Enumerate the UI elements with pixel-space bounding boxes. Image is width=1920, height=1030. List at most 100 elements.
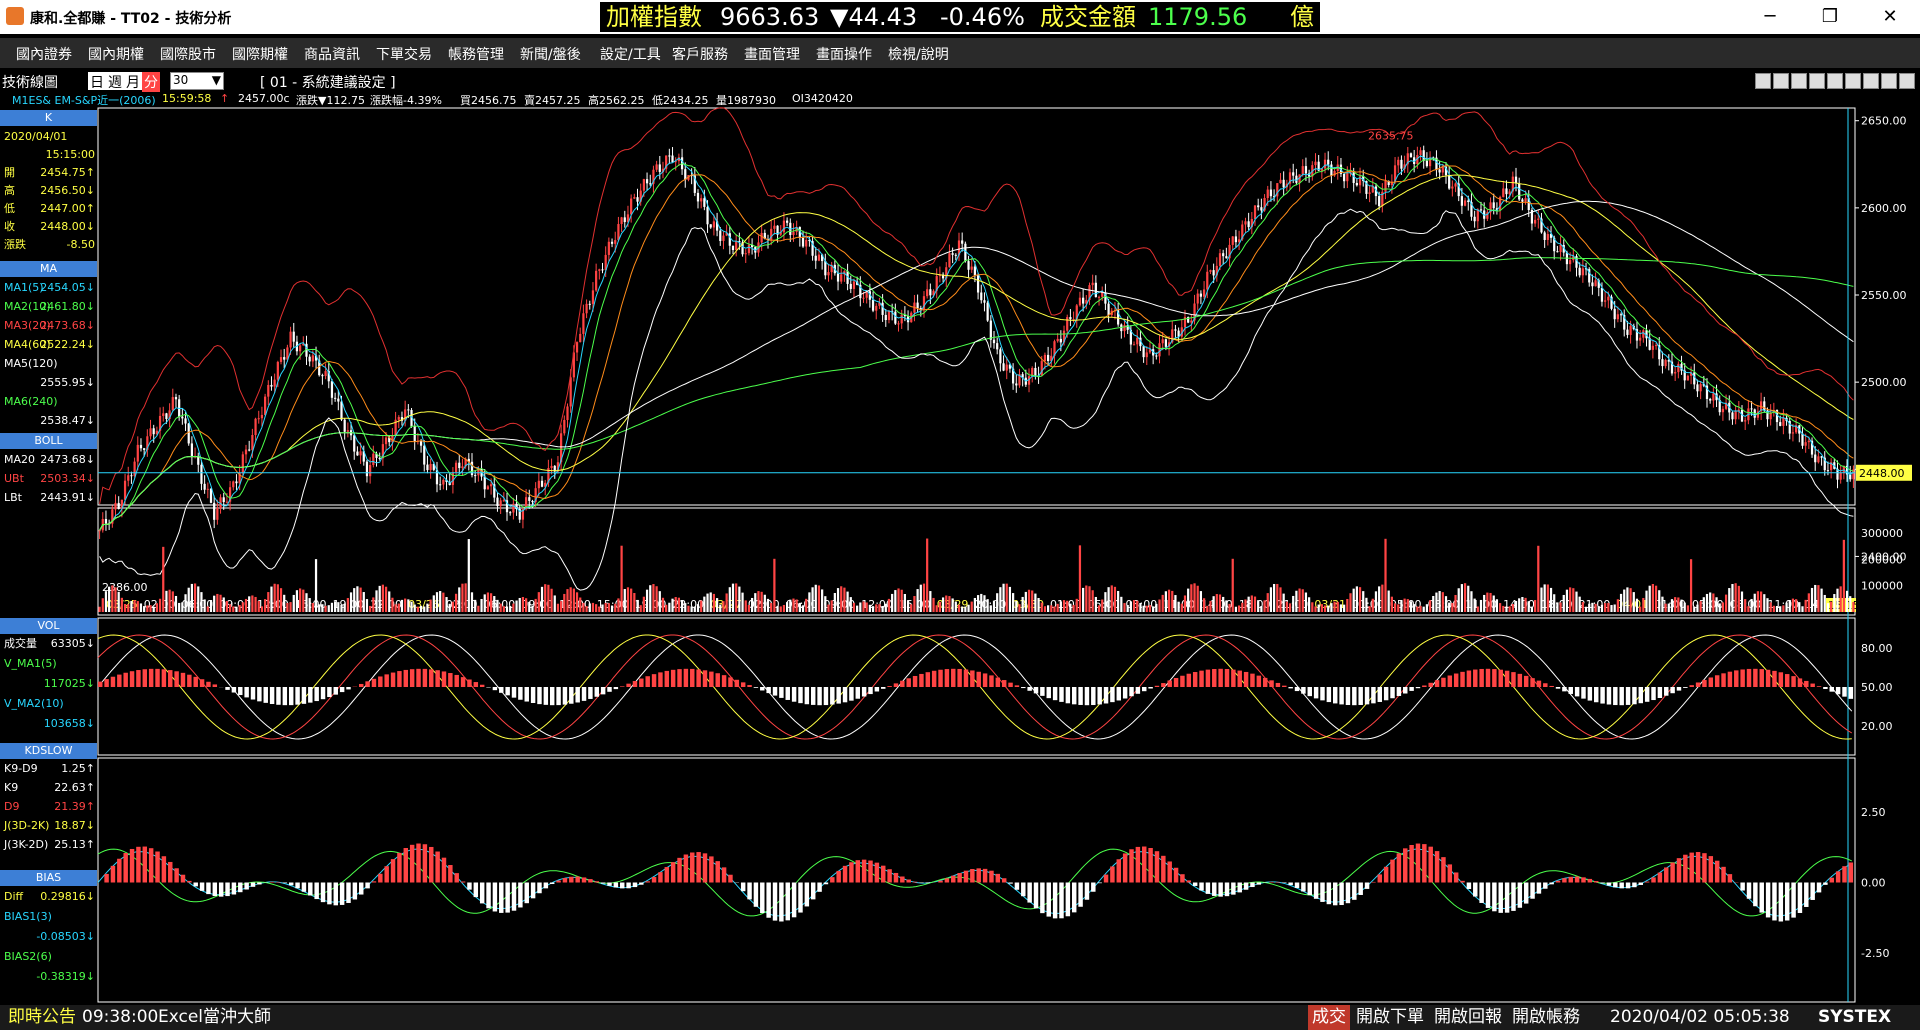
candle bbox=[279, 357, 283, 362]
volume-bar bbox=[871, 606, 875, 612]
kd-histogram-bar bbox=[575, 687, 580, 703]
open-report-button[interactable]: 開啟回報 bbox=[1434, 1005, 1502, 1030]
open-account-button[interactable]: 開啟帳務 bbox=[1512, 1005, 1580, 1030]
technical-chart[interactable]: 2650.002600.002550.002500.002450.002400.… bbox=[0, 0, 1920, 1030]
volume-bar bbox=[1059, 601, 1062, 612]
volume-bar bbox=[785, 602, 789, 612]
volume-bar bbox=[1187, 588, 1190, 612]
volume-bar bbox=[1190, 584, 1193, 612]
candle bbox=[209, 488, 213, 503]
volume-bar bbox=[913, 596, 916, 612]
bias-histogram-bar bbox=[1593, 881, 1599, 883]
candle bbox=[840, 274, 843, 282]
kd-histogram-bar bbox=[225, 687, 230, 690]
bias-histogram-bar bbox=[1644, 881, 1650, 883]
volume-bar bbox=[1218, 594, 1222, 612]
kd-histogram-bar bbox=[900, 680, 905, 687]
kd-histogram-bar bbox=[951, 668, 956, 687]
candle bbox=[706, 206, 709, 225]
volume-bar bbox=[1008, 586, 1012, 612]
volume-bar bbox=[1397, 604, 1400, 612]
candle bbox=[887, 311, 891, 321]
price-tick-label: 2600.00 bbox=[1861, 202, 1907, 215]
kd-histogram-bar bbox=[836, 687, 841, 704]
bias-tick-label: 2.50 bbox=[1861, 806, 1886, 819]
candle bbox=[1218, 253, 1222, 266]
notice-label[interactable]: 即時公告 bbox=[8, 1005, 76, 1030]
kd-histogram-bar bbox=[1078, 687, 1083, 705]
kd-histogram-bar bbox=[174, 671, 179, 687]
candle bbox=[248, 449, 251, 451]
notice-text[interactable]: Excel當沖大師 bbox=[158, 1005, 271, 1030]
volume-bar bbox=[1712, 593, 1715, 612]
volume-bar bbox=[206, 606, 209, 612]
volume-bar bbox=[1607, 603, 1610, 612]
kd-histogram-bar bbox=[1154, 685, 1160, 687]
bias-histogram-bar bbox=[900, 876, 905, 883]
volume-bar bbox=[636, 599, 639, 612]
candle bbox=[595, 270, 598, 291]
candle bbox=[617, 224, 620, 241]
candle bbox=[1002, 363, 1005, 371]
volume-bar bbox=[1651, 584, 1654, 612]
bias-histogram-bar bbox=[397, 852, 402, 883]
bias-histogram-bar bbox=[142, 846, 148, 883]
candle bbox=[353, 435, 356, 452]
candle bbox=[1839, 472, 1842, 480]
open-order-button[interactable]: 開啟下單 bbox=[1356, 1005, 1424, 1030]
volume-bar bbox=[1066, 600, 1069, 612]
volume-bar bbox=[1591, 602, 1594, 612]
bias-histogram-bar bbox=[441, 857, 447, 883]
volume-bar bbox=[311, 603, 314, 612]
kd-histogram-bar bbox=[1243, 671, 1249, 687]
volume-bar bbox=[1091, 590, 1094, 612]
volume-bar bbox=[289, 602, 292, 612]
bias-histogram-bar bbox=[970, 869, 975, 883]
bias-histogram-bar bbox=[1422, 844, 1427, 883]
volume-bar bbox=[677, 597, 681, 612]
candle bbox=[1260, 207, 1263, 211]
volume-bar bbox=[563, 593, 566, 612]
volume-bar bbox=[1626, 587, 1629, 612]
volume-bar bbox=[897, 588, 900, 612]
bias-histogram-bar bbox=[562, 878, 568, 883]
candle bbox=[1397, 159, 1400, 166]
candle bbox=[98, 530, 101, 532]
candle bbox=[1059, 338, 1062, 343]
bias-histogram-bar bbox=[1797, 882, 1803, 913]
candle bbox=[1807, 440, 1810, 443]
volume-bar bbox=[1371, 598, 1374, 612]
kd-histogram-bar bbox=[308, 687, 313, 703]
bias-histogram-bar bbox=[136, 846, 141, 883]
volume-bar bbox=[868, 604, 871, 612]
bias-histogram-bar bbox=[1511, 882, 1516, 911]
volume-bar bbox=[1301, 589, 1304, 612]
candle bbox=[1301, 166, 1304, 175]
peak-label: 2635.75 bbox=[1368, 130, 1414, 143]
bias-histogram-bar bbox=[626, 882, 631, 889]
volume-bar bbox=[1448, 602, 1451, 612]
bias-histogram-bar bbox=[951, 875, 956, 883]
kd-histogram-bar bbox=[505, 687, 510, 696]
vol-tick-label: 100000 bbox=[1861, 580, 1903, 593]
volume-bar bbox=[267, 592, 270, 612]
volume-bar bbox=[878, 604, 881, 612]
volume-bar bbox=[1177, 601, 1180, 612]
candle bbox=[999, 349, 1002, 364]
bias-histogram-bar bbox=[976, 868, 981, 883]
volume-bar bbox=[929, 591, 932, 612]
kd-histogram-bar bbox=[1670, 687, 1675, 694]
bias-histogram-bar bbox=[148, 848, 154, 883]
candle bbox=[419, 440, 423, 446]
candle bbox=[929, 289, 932, 296]
volume-bar bbox=[1327, 605, 1330, 612]
volume-bar bbox=[684, 603, 687, 612]
volume-bar bbox=[1664, 603, 1667, 612]
candle bbox=[709, 224, 712, 228]
volume-bar bbox=[1556, 602, 1559, 612]
candle bbox=[1343, 173, 1346, 182]
candle bbox=[1791, 432, 1795, 434]
volume-bar bbox=[792, 598, 795, 612]
volume-bar bbox=[1015, 600, 1018, 612]
bias-histogram-bar bbox=[1097, 882, 1102, 884]
